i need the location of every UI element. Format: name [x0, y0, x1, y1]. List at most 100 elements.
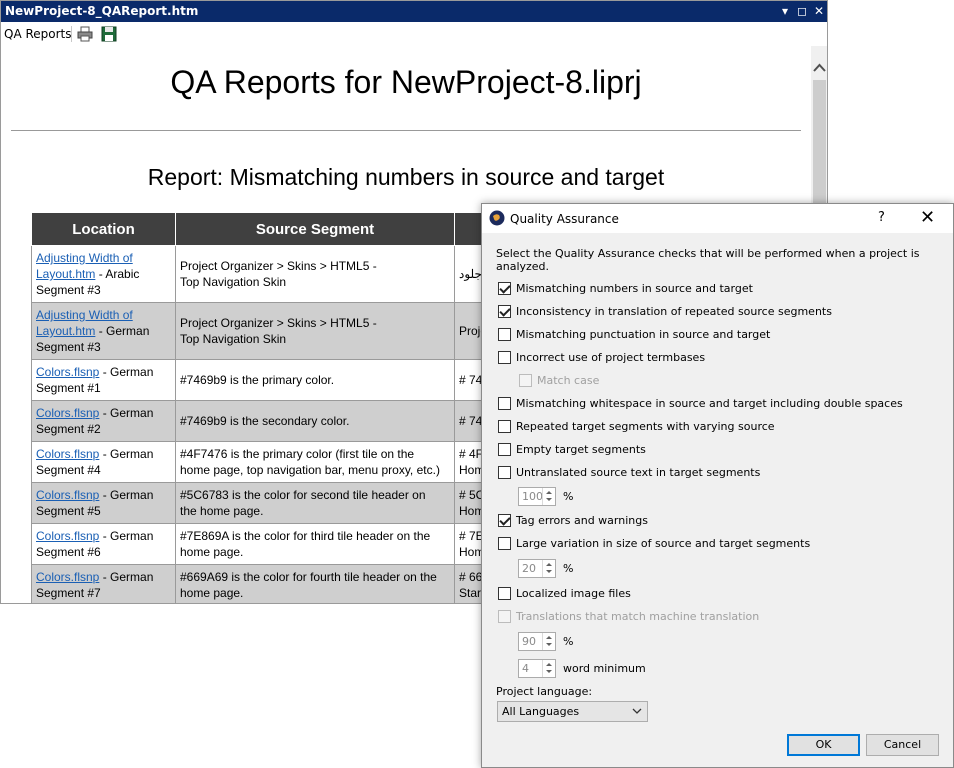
maximize-button[interactable]: ◻	[794, 3, 810, 19]
checkbox-label: Tag errors and warnings	[516, 514, 648, 527]
close-button[interactable]: ✕	[811, 3, 827, 19]
checkbox-label: Mismatching punctuation in source and ta…	[516, 328, 771, 341]
stepper-up-icon[interactable]	[546, 636, 552, 639]
stepper-down-icon[interactable]	[546, 498, 552, 501]
source-segment-cell: #669A69 is the color for fourth tile hea…	[175, 564, 455, 603]
location-link[interactable]: Colors.flsnp	[36, 570, 99, 584]
table-row: Colors.flsnp - German Segment #5 #5C6783 i…	[31, 482, 515, 524]
location-cell: Colors.flsnp - German Segment #7	[31, 564, 176, 603]
globe-app-icon	[489, 210, 505, 226]
table-row: Colors.flsnp - German Segment #2 #7469b9 i…	[31, 400, 515, 442]
ok-button[interactable]: OK	[787, 734, 860, 756]
checkbox[interactable]	[498, 587, 511, 600]
checkbox[interactable]	[498, 305, 511, 318]
stepper-buttons[interactable]	[542, 560, 555, 577]
checkbox-label: Large variation in size of source and ta…	[516, 537, 811, 550]
stepper-down-icon[interactable]	[546, 570, 552, 573]
target-text-line: # 7E	[459, 529, 484, 543]
location-link[interactable]: Colors.flsnp	[36, 365, 99, 379]
location-language: - German	[95, 324, 150, 338]
source-segment-cell: Project Organizer > Skins > HTML5 - Top …	[175, 302, 455, 360]
source-segment-cell: #5C6783 is the color for second tile hea…	[175, 482, 455, 524]
stepper-buttons[interactable]	[542, 488, 555, 505]
help-button[interactable]: ?	[878, 210, 885, 225]
table-row: Colors.flsnp - German Segment #6 #7E869A i…	[31, 523, 515, 565]
numeric-stepper[interactable]: 90	[518, 632, 556, 651]
stepper-up-icon[interactable]	[546, 663, 552, 666]
printer-icon[interactable]	[77, 26, 93, 42]
source-text-line: #669A69 is the color for fourth tile hea…	[180, 570, 437, 584]
checkbox	[519, 374, 532, 387]
report-subheading: Report: Mismatching numbers in source an…	[147, 164, 665, 190]
table-row: Colors.flsnp - German Segment #4 #4F7476 i…	[31, 441, 515, 483]
report-titlebar: NewProject-8_QAReport.htm ▾ ◻ ✕	[1, 1, 827, 22]
checkbox[interactable]	[498, 537, 511, 550]
checkbox[interactable]	[498, 351, 511, 364]
location-link[interactable]: Colors.flsnp	[36, 406, 99, 420]
project-language-select[interactable]: All Languages	[497, 701, 648, 722]
location-link[interactable]: Colors.flsnp	[36, 529, 99, 543]
location-cell: Colors.flsnp - German Segment #4	[31, 441, 176, 483]
dialog-instructions: Select the Quality Assurance checks that…	[496, 247, 920, 273]
report-window-title: NewProject-8_QAReport.htm	[5, 4, 199, 18]
location-cell: Colors.flsnp - German Segment #1	[31, 359, 176, 401]
source-text-line: home page.	[180, 545, 244, 559]
location-language: - German	[99, 447, 154, 461]
checkbox[interactable]	[498, 397, 511, 410]
stepper-down-icon[interactable]	[546, 643, 552, 646]
stepper-buttons[interactable]	[542, 660, 555, 677]
source-text-line: Project Organizer > Skins > HTML5 -	[180, 259, 377, 273]
target-text-line: جلود	[459, 267, 482, 281]
scroll-up-arrow-icon[interactable]	[811, 60, 828, 76]
numeric-stepper[interactable]: 100	[518, 487, 556, 506]
dialog-title: Quality Assurance	[510, 212, 619, 226]
checkbox[interactable]	[498, 443, 511, 456]
location-link[interactable]: Adjusting Width of	[36, 251, 133, 265]
save-icon[interactable]	[101, 26, 117, 42]
qa-reports-dropdown[interactable]: QA Reports	[4, 27, 72, 41]
stepper-up-icon[interactable]	[546, 491, 552, 494]
source-text-line: #4F7476 is the primary color (first tile…	[180, 447, 415, 461]
numeric-stepper[interactable]: 4	[518, 659, 556, 678]
stepper-value: 4	[522, 662, 529, 675]
source-text-line: #5C6783 is the color for second tile hea…	[180, 488, 426, 502]
cancel-button[interactable]: Cancel	[866, 734, 939, 756]
stepper-up-icon[interactable]	[546, 563, 552, 566]
table-row: Colors.flsnp - German Segment #1 #7469b9 i…	[31, 359, 515, 401]
target-text-line: Star	[459, 586, 482, 600]
checkbox-label: Match case	[537, 374, 600, 387]
checkbox[interactable]	[498, 420, 511, 433]
checkbox-label: Untranslated source text in target segme…	[516, 466, 761, 479]
stepper-down-icon[interactable]	[546, 670, 552, 673]
location-cell: Adjusting Width of Layout.htm - Arabic Seg…	[31, 245, 176, 303]
target-text-line: # 74	[459, 414, 483, 428]
location-language: - Arabic	[95, 267, 140, 281]
checkbox-label: Repeated target segments with varying so…	[516, 420, 775, 433]
location-cell: Colors.flsnp - German Segment #2	[31, 400, 176, 442]
target-text-line: # 4F	[459, 447, 484, 461]
project-language-value: All Languages	[502, 705, 580, 718]
stepper-buttons[interactable]	[542, 633, 555, 650]
checkbox-label: Mismatching whitespace in source and tar…	[516, 397, 903, 410]
checkbox[interactable]	[498, 466, 511, 479]
segment-number: Segment #1	[36, 381, 101, 395]
location-link-continued[interactable]: Layout.htm	[36, 267, 95, 281]
stepper-unit: word minimum	[563, 662, 646, 675]
location-link-continued[interactable]: Layout.htm	[36, 324, 95, 338]
report-table: Location Source Segment Adjusting Width …	[31, 212, 515, 603]
location-cell: Adjusting Width of Layout.htm - German Seg…	[31, 302, 176, 360]
chevron-down-icon	[632, 708, 642, 714]
stepper-unit: %	[563, 490, 574, 503]
location-link[interactable]: Colors.flsnp	[36, 447, 99, 461]
project-language-label: Project language:	[496, 685, 593, 698]
numeric-stepper[interactable]: 20	[518, 559, 556, 578]
checkbox[interactable]	[498, 282, 511, 295]
target-text-line: # 74	[459, 373, 483, 387]
checkbox[interactable]	[498, 514, 511, 527]
checkbox[interactable]	[498, 328, 511, 341]
source-segment-cell: Project Organizer > Skins > HTML5 - Top …	[175, 245, 455, 303]
location-link[interactable]: Adjusting Width of	[36, 308, 133, 322]
location-link[interactable]: Colors.flsnp	[36, 488, 99, 502]
window-menu-button[interactable]: ▾	[777, 3, 793, 19]
dialog-close-button[interactable]: ✕	[920, 207, 935, 228]
